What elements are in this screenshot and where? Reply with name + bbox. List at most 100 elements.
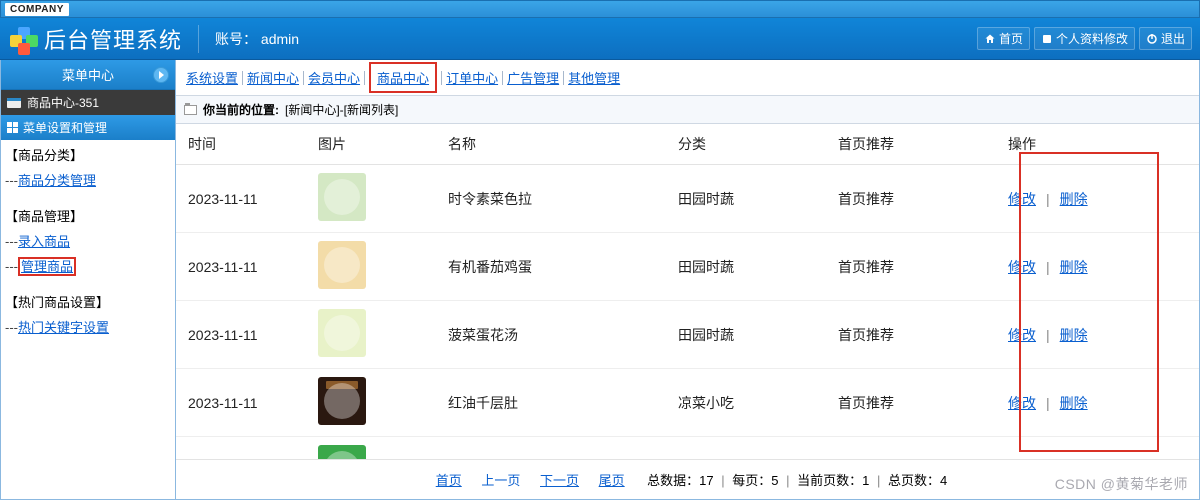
top-nav-link[interactable]: 广告管理 <box>507 68 559 87</box>
edit-link[interactable]: 修改 <box>1008 259 1036 275</box>
cell-category: 凉菜小吃 <box>666 369 826 437</box>
sidebar-link[interactable]: 热门关键字设置 <box>18 320 109 335</box>
cell-ops: 修改|删除 <box>996 369 1199 437</box>
cell-recommend: 首页推荐 <box>826 233 996 301</box>
pager-first[interactable]: 首页 <box>436 473 462 488</box>
sidebar-group-title: 【商品分类】 <box>5 144 171 169</box>
delete-link[interactable]: 删除 <box>1060 259 1088 275</box>
table-row: 2023-11-11 菠菜蛋花汤田园时蔬首页推荐修改|删除 <box>176 301 1199 369</box>
delete-link[interactable]: 删除 <box>1060 395 1088 411</box>
cell-recommend: 首页推荐 <box>826 369 996 437</box>
col-image: 图片 <box>306 124 436 165</box>
cell-image <box>306 165 436 233</box>
watermark: CSDN @黄菊华老师 <box>1055 474 1188 494</box>
logout-button[interactable]: 退出 <box>1139 27 1192 50</box>
cell-time: 2023-11-11 <box>176 233 306 301</box>
thumbnail <box>318 445 366 459</box>
cell-time: 2023-11-11 <box>176 165 306 233</box>
pager-curcount-value: 1 <box>862 473 869 488</box>
cell-name: 菠菜蛋花汤 <box>436 301 666 369</box>
col-category: 分类 <box>666 124 826 165</box>
delete-link[interactable]: 删除 <box>1060 327 1088 343</box>
sidebar-link[interactable]: 管理商品 <box>21 259 73 274</box>
top-nav-link[interactable]: 订单中心 <box>446 68 498 87</box>
grid-icon <box>7 122 18 133</box>
cell-time: 2023-11-11 <box>176 301 306 369</box>
cell-name: 凉拌海带丝 <box>436 437 666 460</box>
cell-name: 红油千层肚 <box>436 369 666 437</box>
divider <box>198 25 199 53</box>
table-row: 2023-11-11凉拌海带丝凉菜小吃首页推荐修改|删除 <box>176 437 1199 460</box>
profile-edit-button[interactable]: 个人资料修改 <box>1034 27 1135 50</box>
cell-image <box>306 369 436 437</box>
logo-icon <box>8 25 36 53</box>
top-nav-link[interactable]: 新闻中心 <box>247 68 299 87</box>
nav-highlight: 商品中心 <box>369 62 437 93</box>
sidebar-group-title: 【商品管理】 <box>5 205 171 230</box>
thumbnail <box>318 241 366 289</box>
pager-total-label: 总数据： <box>647 473 699 488</box>
sidebar: 菜单中心 商品中心-351 菜单设置和管理 【商品分类】---商品分类管理【商品… <box>1 60 176 499</box>
location-bar: 你当前的位置: [新闻中心]-[新闻列表] <box>176 96 1199 124</box>
pager-prev[interactable]: 上一页 <box>481 473 520 488</box>
table-row: 2023-11-11时令素菜色拉田园时蔬首页推荐修改|删除 <box>176 165 1199 233</box>
table-row: 2023-11-11 有机番茄鸡蛋田园时蔬首页推荐修改|删除 <box>176 233 1199 301</box>
edit-link[interactable]: 修改 <box>1008 191 1036 207</box>
expand-arrow-icon[interactable] <box>153 67 169 83</box>
delete-link[interactable]: 删除 <box>1060 191 1088 207</box>
pager-pages-label: 总页数： <box>888 473 940 488</box>
cell-ops: 修改|删除 <box>996 233 1199 301</box>
sidebar-link[interactable]: 商品分类管理 <box>18 173 96 188</box>
cell-recommend: 首页推荐 <box>826 165 996 233</box>
cell-image <box>306 437 436 460</box>
account-label: 账号： <box>215 31 257 47</box>
home-icon <box>984 33 996 45</box>
sidebar-highlight: 管理商品 <box>18 257 76 276</box>
cell-time: 2023-11-11 <box>176 437 306 460</box>
header: 后台管理系统 账号： admin 首页 个人资料修改 退出 <box>0 18 1200 60</box>
power-icon <box>1146 33 1158 45</box>
sidebar-link[interactable]: 录入商品 <box>18 234 70 249</box>
col-ops: 操作 <box>996 124 1199 165</box>
thumbnail <box>318 309 366 357</box>
profile-icon <box>1041 33 1053 45</box>
location-label: 你当前的位置: <box>203 101 279 118</box>
window-icon <box>7 98 21 108</box>
cell-name: 有机番茄鸡蛋 <box>436 233 666 301</box>
pager-last[interactable]: 尾页 <box>599 473 625 488</box>
cell-ops: 修改|删除 <box>996 301 1199 369</box>
cell-recommend: 首页推荐 <box>826 437 996 460</box>
home-button[interactable]: 首页 <box>977 27 1030 50</box>
table-wrap: 时间 图片 名称 分类 首页推荐 操作 2023-11-11时令素菜色拉田园时蔬… <box>176 124 1199 459</box>
titlebar: COMPANY <box>0 0 1200 18</box>
sidebar-crumb: 商品中心-351 <box>1 90 175 115</box>
top-nav: 系统设置新闻中心会员中心 商品中心 订单中心广告管理其他管理 <box>176 60 1199 96</box>
sidebar-header: 菜单中心 <box>1 60 175 90</box>
cell-ops: 修改|删除 <box>996 437 1199 460</box>
app-window: COMPANY 后台管理系统 账号： admin 首页 个人资料修改 退出 <box>0 0 1200 500</box>
edit-link[interactable]: 修改 <box>1008 395 1036 411</box>
cell-recommend: 首页推荐 <box>826 301 996 369</box>
cell-time: 2023-11-11 <box>176 369 306 437</box>
cell-ops: 修改|删除 <box>996 165 1199 233</box>
thumbnail <box>318 173 366 221</box>
top-nav-link[interactable]: 商品中心 <box>377 71 429 86</box>
main: 系统设置新闻中心会员中心 商品中心 订单中心广告管理其他管理 你当前的位置: [新闻… <box>176 60 1199 499</box>
account-value: admin <box>261 31 299 47</box>
pager-next[interactable]: 下一页 <box>540 473 579 488</box>
table-row: 2023-11-11 红油千层肚凉菜小吃首页推荐修改|删除 <box>176 369 1199 437</box>
top-nav-link[interactable]: 系统设置 <box>186 68 238 87</box>
cell-image <box>306 301 436 369</box>
sidebar-group-title: 【热门商品设置】 <box>5 291 171 316</box>
col-recommend: 首页推荐 <box>826 124 996 165</box>
pager-pages-value: 4 <box>940 473 947 488</box>
edit-link[interactable]: 修改 <box>1008 327 1036 343</box>
data-table: 时间 图片 名称 分类 首页推荐 操作 2023-11-11时令素菜色拉田园时蔬… <box>176 124 1199 459</box>
top-nav-link[interactable]: 其他管理 <box>568 68 620 87</box>
top-nav-link[interactable]: 会员中心 <box>308 68 360 87</box>
col-name: 名称 <box>436 124 666 165</box>
pager-curcount-label: 当前页数： <box>797 473 862 488</box>
cell-category: 田园时蔬 <box>666 233 826 301</box>
thumbnail <box>318 377 366 425</box>
cell-category: 田园时蔬 <box>666 301 826 369</box>
